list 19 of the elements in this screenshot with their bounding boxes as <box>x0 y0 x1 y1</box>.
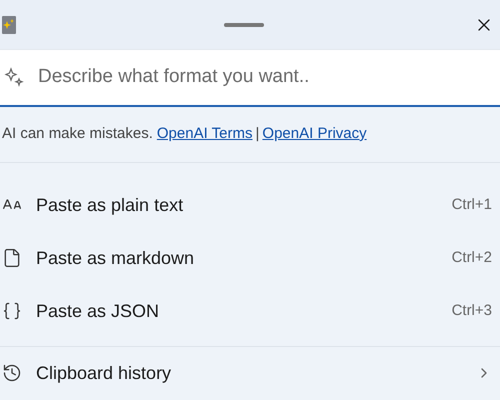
sparkle-icon <box>4 67 24 88</box>
shortcut-text: Ctrl+2 <box>452 248 492 268</box>
paste-option[interactable]: Paste as markdown Ctrl+2 <box>0 232 500 285</box>
drag-handle[interactable] <box>224 22 264 27</box>
search-input[interactable]: Describe what format you want.. <box>38 63 500 92</box>
app-icon <box>2 16 16 34</box>
policy-link[interactable]: OpenAI Privacy <box>262 122 367 146</box>
policy-link[interactable]: OpenAI Terms <box>156 122 252 146</box>
history-icon <box>2 363 22 384</box>
braces-icon <box>2 301 22 322</box>
link-separator: | <box>256 124 260 144</box>
disclaimer-text: AI can make mistakes. <box>2 124 153 144</box>
paste-option[interactable]: Paste as plain text Ctrl+1 <box>0 178 500 232</box>
document-icon <box>2 248 22 268</box>
shortcut-text: Ctrl+3 <box>452 301 492 321</box>
search-field[interactable]: Describe what format you want.. <box>0 49 500 107</box>
shortcut-text: Ctrl+1 <box>452 195 492 215</box>
clipboard-history-item[interactable]: Clipboard history <box>0 346 500 400</box>
paste-option[interactable]: Paste as JSON Ctrl+3 <box>0 284 500 338</box>
